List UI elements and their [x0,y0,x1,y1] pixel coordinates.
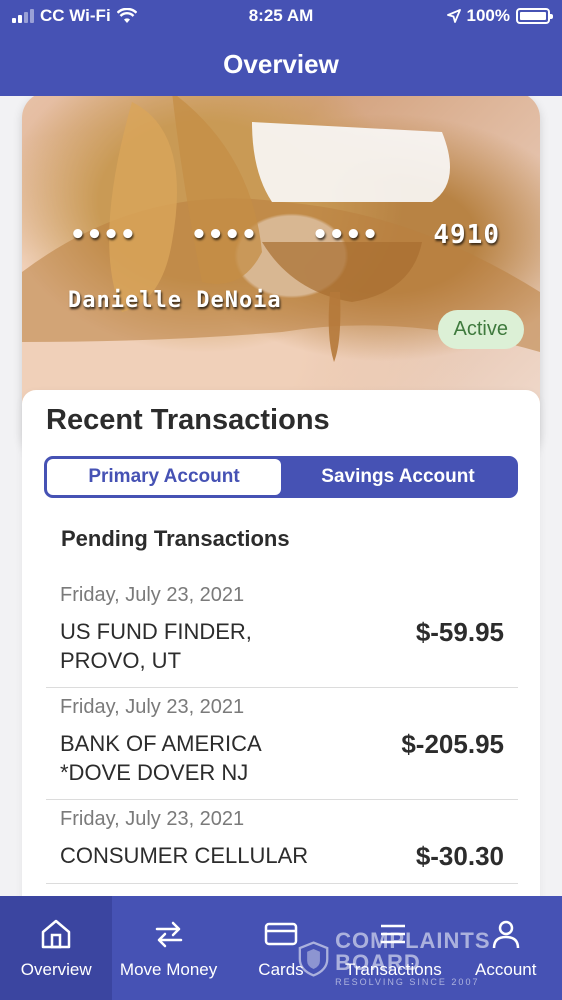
pending-transactions-heading: Pending Transactions [61,526,290,551]
transaction-date: Friday, July 23, 2021 [60,696,245,718]
location-arrow-icon [446,9,461,23]
card-holder-name: Danielle DeNoia [68,288,282,313]
section-title: Recent Transactions [46,404,330,436]
battery-icon [516,8,553,24]
card-icon [264,922,298,946]
tab-overview[interactable]: Overview [0,896,113,1000]
recent-transactions-panel: Recent Transactions Primary Account Savi… [22,390,540,896]
card-number-group: •••• [312,220,379,250]
watermark-tagline: RESOLVING SINCE 2007 [335,977,480,987]
status-left: CC Wi-Fi [12,6,212,26]
transaction-amount: $-30.30 [415,841,504,871]
card-number: •••• •••• •••• 4910 [70,220,500,250]
shield-logo-icon [298,940,329,977]
card-number-group: •••• [70,220,137,250]
transaction-amount: $-59.95 [415,617,504,647]
transaction-row[interactable]: Friday, July 23, 2021 CONSUMER CELLULAR … [46,800,518,884]
transaction-date: Friday, July 23, 2021 [60,808,245,830]
transaction-amount: $-205.95 [401,729,504,759]
tab-label: Cards [258,960,304,979]
tab-move-money[interactable]: Move Money [112,896,224,1000]
card-last-four: 4910 [433,220,500,250]
tab-label: Overview [20,960,92,979]
tab-primary-account[interactable]: Primary Account [47,459,281,495]
watermark-title: COMPLAINTS BOARD [335,928,491,975]
status-time: 8:25 AM [248,6,314,25]
home-icon [41,919,71,949]
status-right: 100% [350,6,553,26]
card-number-group: •••• [191,220,258,250]
transaction-date: Friday, July 23, 2021 [60,584,245,606]
transaction-merchant: US FUND FINDER, PROVO, UT [60,619,252,673]
signal-icon [12,9,34,23]
card-status-badge: Active [437,310,524,349]
tab-label: Move Money [119,960,218,979]
page-title: Overview [223,48,339,79]
transfer-icon [155,921,182,948]
status-bar: CC Wi-Fi 8:25 AM 100% [0,0,562,32]
transaction-merchant: CONSUMER CELLULAR [60,843,309,868]
carrier-label: CC Wi-Fi [40,6,111,25]
transaction-row[interactable]: Friday, July 23, 2021 US FUND FINDER, PR… [46,576,518,688]
tab-savings-account[interactable]: Savings Account [281,459,515,495]
complaints-board-watermark: COMPLAINTS BOARD RESOLVING SINCE 2007 [298,930,562,987]
wifi-icon [116,8,137,23]
battery-percent: 100% [466,6,510,25]
transaction-list: Friday, July 23, 2021 US FUND FINDER, PR… [46,576,518,884]
navigation-bar: Overview [0,32,562,96]
account-segmented-control: Primary Account Savings Account [44,456,518,498]
scroll-content[interactable]: •••• •••• •••• 4910 Danielle DeNoia Acti… [0,96,562,896]
transaction-merchant: BANK OF AMERICA *DOVE DOVER NJ [60,731,261,785]
transaction-row[interactable]: Friday, July 23, 2021 BANK OF AMERICA *D… [46,688,518,800]
